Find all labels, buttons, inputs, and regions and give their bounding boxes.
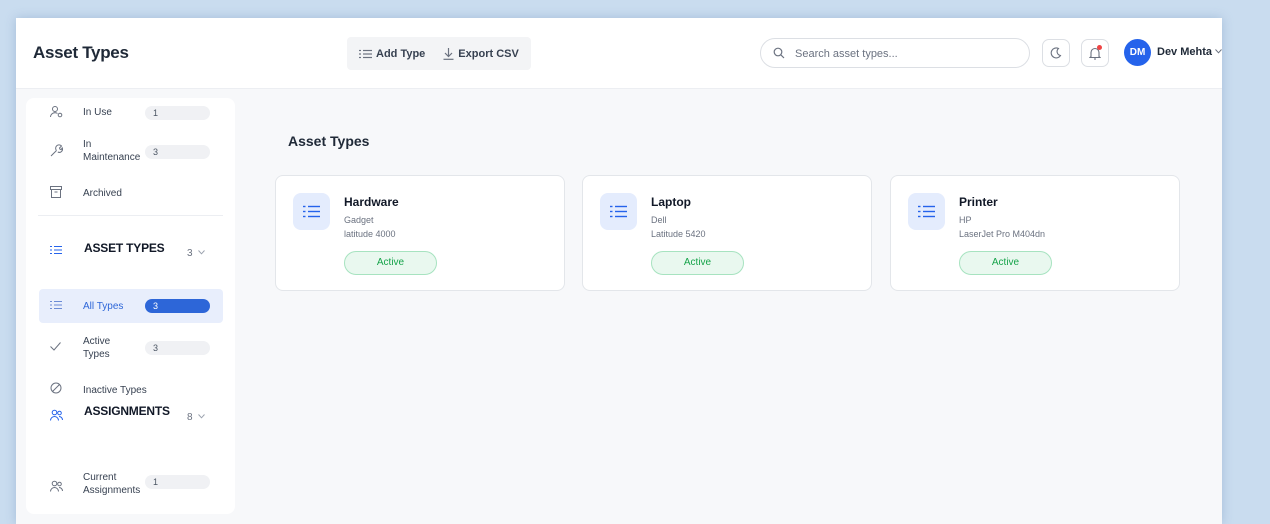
section-assignments[interactable]: ASSIGNMENTS 8: [26, 401, 235, 427]
sidebar-item-label: Active Types: [83, 336, 111, 360]
chevron-down-icon[interactable]: [1215, 49, 1222, 54]
sidebar-item-in-use[interactable]: In Use 1: [26, 101, 235, 123]
sidebar-item-active-types[interactable]: Active Types 3: [26, 333, 235, 365]
section-count: 3: [187, 248, 193, 259]
list-icon: [293, 193, 330, 230]
download-icon: [443, 47, 454, 60]
card-model: LaserJet Pro M404dn: [959, 229, 1046, 239]
chevron-down-icon: [198, 414, 205, 419]
section-title: Asset Types: [288, 133, 370, 149]
list-icon: [359, 49, 372, 58]
theme-toggle-button[interactable]: [1042, 39, 1070, 67]
asset-type-card[interactable]: Laptop Dell Latitude 5420 Active: [582, 175, 872, 291]
search-input[interactable]: [793, 45, 1022, 63]
page-title: Asset Types: [33, 43, 129, 62]
add-type-button[interactable]: Add Type: [359, 48, 425, 60]
app-window: Asset Types Add Type Export CSV Search a…: [16, 18, 1222, 524]
users-icon: [50, 480, 63, 492]
notification-dot: [1097, 45, 1102, 50]
status-badge: Active: [651, 251, 744, 275]
count-badge: 3: [145, 299, 210, 313]
archive-icon: [50, 186, 62, 198]
sidebar-item-label: Inactive Types: [83, 385, 147, 396]
sidebar-item-all-types[interactable]: All Types 3: [26, 295, 235, 317]
sidebar-item-label: All Types: [83, 301, 124, 312]
toolbar: Add Type Export CSV: [347, 37, 531, 70]
count-badge: 3: [145, 145, 210, 159]
users-icon: [50, 409, 63, 421]
status-badge: Active: [344, 251, 437, 275]
check-icon: [50, 342, 61, 351]
moon-icon: [1050, 47, 1062, 59]
chevron-down-icon: [198, 250, 205, 255]
wrench-icon: [50, 144, 63, 157]
count-badge: 1: [145, 106, 210, 120]
card-title: Hardware: [344, 195, 399, 209]
notifications-button[interactable]: [1081, 39, 1109, 67]
sidebar-item-inactive-types[interactable]: Inactive Types: [26, 379, 235, 399]
section-asset-types[interactable]: ASSET TYPES 3: [26, 236, 235, 262]
card-model: latitude 4000: [344, 229, 396, 239]
user-name[interactable]: Dev Mehta: [1157, 46, 1212, 58]
sidebar-item-current-assignments[interactable]: Current Assignments 1: [26, 468, 235, 502]
sidebar-item-in-maintenance[interactable]: In Maintenance 3: [26, 136, 235, 168]
list-icon: [600, 193, 637, 230]
sidebar-item-label: Archived: [83, 188, 122, 199]
card-brand: HP: [959, 215, 972, 225]
count-badge: 3: [145, 341, 210, 355]
export-csv-button[interactable]: Export CSV: [443, 47, 519, 60]
card-model: Latitude 5420: [651, 229, 706, 239]
top-header: Asset Types Add Type Export CSV Search a…: [16, 18, 1222, 89]
card-title: Laptop: [651, 195, 691, 209]
section-label: ASSET TYPES: [84, 241, 165, 255]
avatar[interactable]: DM: [1124, 39, 1151, 66]
status-badge: Active: [959, 251, 1052, 275]
search-icon: [773, 47, 785, 59]
asset-type-card[interactable]: Printer HP LaserJet Pro M404dn Active: [890, 175, 1180, 291]
sidebar-item-label: In Use: [83, 107, 112, 118]
card-brand: Gadget: [344, 215, 374, 225]
sidebar: In Use 1 In Maintenance 3 Archived ASSET…: [26, 98, 235, 514]
search-box: [760, 38, 1030, 68]
card-title: Printer: [959, 195, 998, 209]
sidebar-item-archived[interactable]: Archived: [26, 182, 235, 204]
section-count: 8: [187, 412, 193, 423]
list-icon: [50, 301, 62, 309]
card-brand: Dell: [651, 215, 667, 225]
section-label: ASSIGNMENTS: [84, 404, 170, 418]
users-cog-icon: [50, 106, 63, 118]
export-csv-label: Export CSV: [458, 47, 519, 60]
sidebar-item-label: In Maintenance: [83, 139, 141, 163]
divider: [38, 215, 223, 216]
list-icon: [50, 246, 62, 254]
sidebar-item-label: Current Assignments: [83, 472, 141, 496]
ban-icon: [50, 382, 62, 394]
count-badge: 1: [145, 475, 210, 489]
list-icon: [908, 193, 945, 230]
add-type-label: Add Type: [376, 47, 426, 60]
asset-type-card[interactable]: Hardware Gadget latitude 4000 Active: [275, 175, 565, 291]
